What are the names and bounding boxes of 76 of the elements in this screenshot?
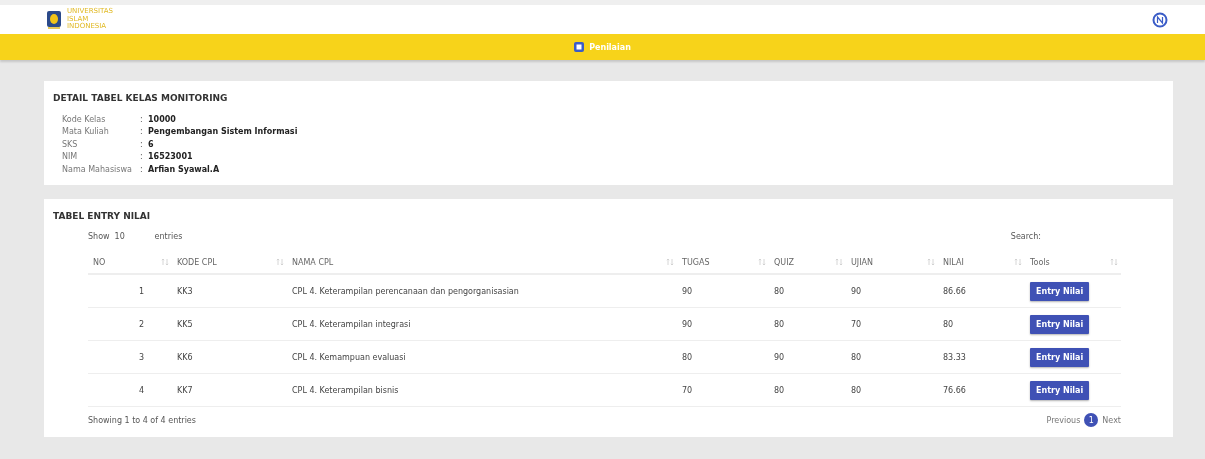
field-value: Arfian Syawal.A (148, 164, 220, 174)
colon-separator: : (140, 139, 144, 149)
field-value: Pengembangan Sistem Informasi (148, 127, 298, 137)
table-cell: 80 (846, 373, 938, 407)
table-cell: 86.66 (938, 274, 1025, 308)
table-cell: 90 (846, 274, 938, 308)
column-header[interactable]: Tools (1025, 251, 1121, 274)
sort-icon (835, 258, 843, 266)
colon-separator: : (140, 152, 144, 162)
sort-icon (1110, 258, 1118, 266)
sort-icon (161, 258, 169, 266)
page-size-select[interactable]: 10 (114, 232, 150, 241)
table-cell: 90 (677, 274, 769, 308)
field-label: Nama Mahasiswa (62, 164, 133, 174)
entries-label: entries (154, 232, 183, 241)
show-label: Show (88, 232, 110, 241)
table-cell: KK5 (172, 307, 287, 341)
table-cell: KK3 (172, 274, 287, 308)
card-title: DETAIL TABEL KELAS MONITORING (53, 93, 229, 103)
card-title: TABEL ENTRY NILAI (53, 211, 152, 221)
table-cell: KK6 (172, 340, 287, 374)
column-header[interactable]: TUGAS (677, 251, 769, 274)
table-cell: 80 (938, 307, 1025, 341)
previous-link[interactable]: Previous (1046, 415, 1081, 425)
table-cell: 4 (88, 373, 172, 407)
table-cell: 3 (88, 340, 172, 374)
sort-icon (758, 258, 766, 266)
search-label: Search: (1010, 232, 1041, 241)
page-button[interactable]: 1 (1084, 413, 1099, 427)
user-avatar-icon[interactable] (1152, 11, 1168, 28)
field-label: SKS (62, 139, 79, 149)
table-cell: CPL 4. Keterampilan bisnis (287, 373, 677, 407)
entry-button[interactable]: Entry Nilai (1030, 314, 1090, 334)
table-info: Showing 1 to 4 of 4 entries (88, 415, 196, 425)
column-header[interactable]: NAMA CPL (287, 251, 677, 274)
field-label: Mata Kuliah (62, 127, 110, 137)
table-cell: 70 (846, 307, 938, 341)
book-icon (574, 42, 585, 52)
sort-icon (927, 258, 935, 266)
field-label: NIM (62, 152, 79, 162)
table-cell: 70 (677, 373, 769, 407)
next-link[interactable]: Next (1102, 415, 1121, 425)
colon-separator: : (140, 114, 144, 124)
colon-separator: : (140, 127, 144, 137)
table-cell: 80 (769, 307, 846, 341)
table-cell: 80 (677, 340, 769, 374)
table-cell: 1 (88, 274, 172, 308)
table-cell: 90 (677, 307, 769, 341)
column-header[interactable]: NILAI (938, 251, 1025, 274)
table-cell: CPL 4. Keterampilan perencanaan dan pengorganisasian (287, 274, 677, 308)
table-cell: 83.33 (938, 340, 1025, 374)
shield-logo-icon (47, 10, 61, 29)
colon-separator: : (140, 164, 144, 174)
table-cell: CPL 4. Keterampilan integrasi (287, 307, 677, 341)
table-cell: 80 (846, 340, 938, 374)
table-cell: 80 (769, 373, 846, 407)
table-cell: KK7 (172, 373, 287, 407)
sort-icon (1014, 258, 1022, 266)
column-header[interactable]: KODE CPL (172, 251, 287, 274)
column-header[interactable]: NO (88, 251, 172, 274)
field-label: Kode Kelas (62, 114, 107, 124)
field-value: 10000 (148, 114, 176, 124)
table-cell: 2 (88, 307, 172, 341)
column-header[interactable]: QUIZ (769, 251, 846, 274)
entry-button[interactable]: Entry Nilai (1030, 281, 1090, 301)
table-cell: 76.66 (938, 373, 1025, 407)
field-value: 16523001 (148, 152, 193, 162)
column-header[interactable]: UJIAN (846, 251, 938, 274)
table-cell: 80 (769, 274, 846, 308)
sort-icon (666, 258, 674, 266)
sort-icon (276, 258, 284, 266)
entry-button[interactable]: Entry Nilai (1030, 380, 1090, 400)
entry-button[interactable]: Entry Nilai (1030, 347, 1090, 367)
field-value: 6 (148, 139, 154, 149)
table-cell: 90 (769, 340, 846, 374)
table-cell: CPL 4. Kemampuan evaluasi (287, 340, 677, 374)
